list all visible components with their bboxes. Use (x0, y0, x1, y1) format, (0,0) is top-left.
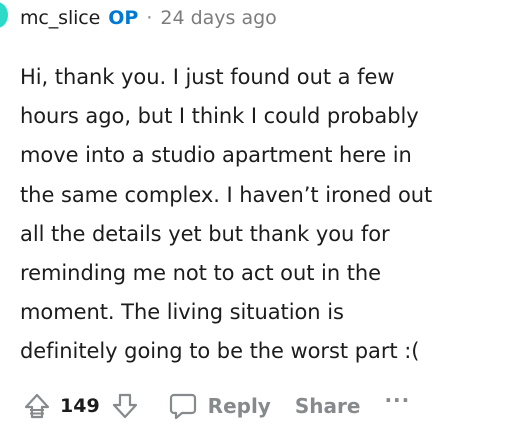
upvote-button[interactable] (24, 393, 50, 419)
upvote-arrow-icon (24, 393, 50, 419)
vote-score: 149 (60, 395, 100, 417)
comment-meta: mc_slice OP · 24 days ago (20, 4, 277, 32)
author-name[interactable]: mc_slice (20, 7, 100, 29)
avatar[interactable] (0, 2, 8, 28)
action-bar: 149 Reply Share ··· (0, 384, 410, 428)
downvote-button[interactable] (112, 393, 138, 419)
meta-separator: · (146, 7, 153, 29)
more-options-button[interactable]: ··· (384, 388, 410, 412)
comment-body: Hi, thank you. I just found out a few ho… (20, 65, 433, 364)
reply-label: Reply (207, 394, 271, 418)
chat-bubble-icon (169, 393, 196, 420)
downvote-arrow-icon (112, 393, 137, 419)
share-button[interactable]: Share (295, 394, 361, 418)
reply-button[interactable]: Reply (168, 391, 271, 421)
op-badge: OP (108, 7, 139, 29)
comment-container: mc_slice OP · 24 days ago Hi, thank you.… (0, 0, 526, 432)
timestamp[interactable]: 24 days ago (160, 7, 276, 29)
